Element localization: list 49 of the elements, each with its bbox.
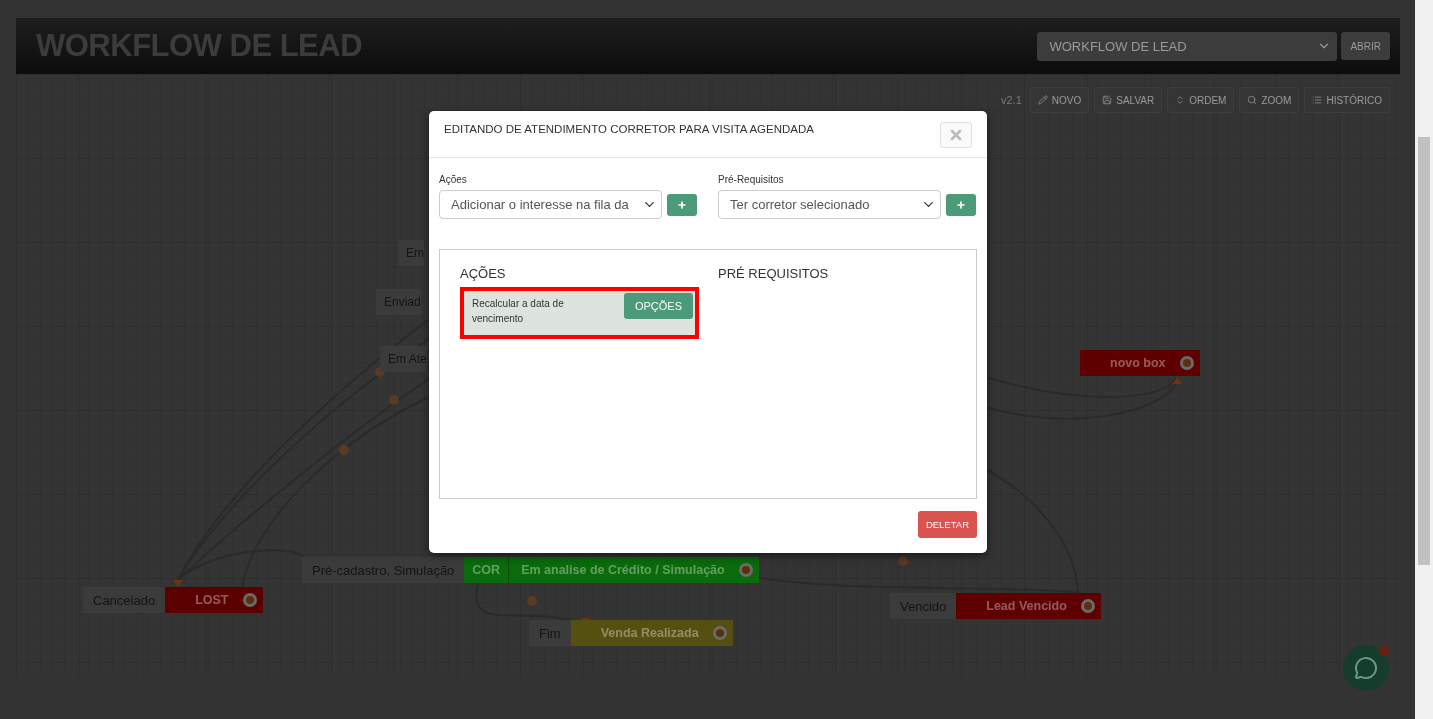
- plus-icon: [956, 199, 966, 210]
- connector-dot: [898, 556, 908, 566]
- state-node[interactable]: Lead Vencido: [956, 593, 1101, 619]
- field-label: Ações: [439, 174, 468, 185]
- version-label: v2.1: [1000, 94, 1022, 106]
- close-button[interactable]: [940, 122, 972, 148]
- node-title: novo box: [1109, 356, 1167, 370]
- order-button[interactable]: ORDEM: [1167, 87, 1235, 113]
- state-node[interactable]: novo box: [1080, 350, 1200, 376]
- connector-handle-icon[interactable]: [712, 626, 727, 640]
- close-icon: [948, 127, 964, 143]
- connector-dot: [339, 445, 349, 455]
- state-node[interactable]: Venda Realizada: [570, 620, 733, 646]
- prerequisites-select[interactable]: Ter corretor selecionado: [718, 190, 941, 219]
- node-title: Lead Vencido: [985, 599, 1068, 613]
- dialog-title: EDITANDO DE ATENDIMENTO CORRETOR PARA VISITA AGENDADA: [444, 122, 814, 135]
- open-button[interactable]: ABRIR: [1341, 32, 1390, 60]
- options-button[interactable]: OPÇÕES: [623, 293, 693, 319]
- connector-handle-icon[interactable]: [1179, 356, 1194, 370]
- chat-bubble-icon: [1354, 656, 1378, 680]
- actions-select[interactable]: Adicionar o interesse na fila da: [439, 190, 662, 219]
- node-tag: COR: [464, 557, 510, 583]
- state-node[interactable]: COR Em analise de Crédito / Simulação: [464, 557, 759, 583]
- scrollbar[interactable]: [1415, 0, 1433, 719]
- new-button[interactable]: NOVO: [1029, 87, 1090, 113]
- column-heading: PRÉ REQUISITOS: [718, 266, 830, 281]
- field-label: Pré-Requisitos: [718, 174, 785, 185]
- add-button[interactable]: [946, 193, 976, 216]
- plus-icon: [677, 199, 687, 210]
- connector-handle-icon[interactable]: [1080, 599, 1095, 613]
- connector-handle-icon[interactable]: [242, 593, 257, 607]
- node-title: Venda Realizada: [599, 626, 700, 640]
- action-text: Recalcular a data de vencimento: [472, 297, 565, 326]
- delete-button[interactable]: DELETAR: [917, 511, 977, 538]
- add-button[interactable]: [667, 193, 697, 216]
- zoom-icon: [1247, 95, 1258, 105]
- connector-dot: [527, 596, 537, 606]
- action-item[interactable]: Recalcular a data de vencimento OPÇÕES: [460, 287, 699, 339]
- state-node[interactable]: LOST: [165, 587, 263, 613]
- zoom-button[interactable]: ZOOM: [1239, 87, 1300, 113]
- node-title: LOST: [194, 593, 230, 607]
- save-icon: [1102, 95, 1113, 105]
- column-heading: AÇÕES: [460, 266, 507, 281]
- workflow-select[interactable]: WORKFLOW DE LEAD: [1037, 31, 1338, 61]
- connector-dot: [389, 395, 399, 405]
- node-title: Em analise de Crédito / Simulação: [520, 563, 726, 577]
- connector-handle-icon[interactable]: [738, 563, 753, 577]
- save-button[interactable]: SALVAR: [1094, 87, 1163, 113]
- history-button[interactable]: HISTÓRICO: [1304, 87, 1390, 113]
